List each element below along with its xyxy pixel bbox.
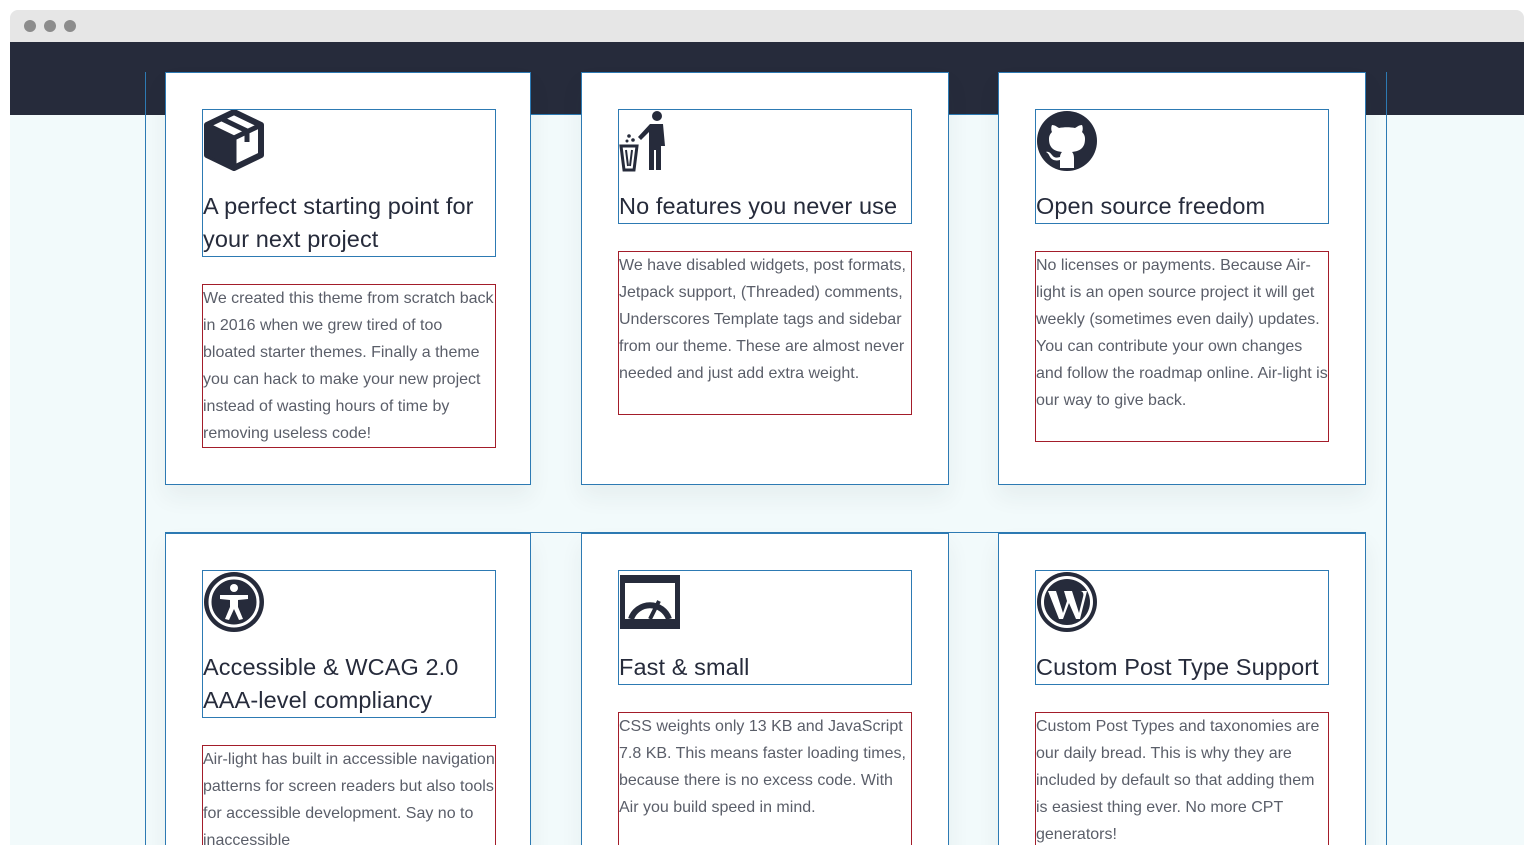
feature-title: No features you never use (619, 193, 898, 219)
feature-title: Open source freedom (1036, 193, 1266, 219)
feature-card: A perfect starting point for your next p… (165, 72, 531, 485)
accessibility-icon (203, 571, 265, 633)
feature-description: No licenses or payments. Because Air-lig… (1035, 251, 1329, 442)
feature-head: Open source freedom (1035, 109, 1329, 224)
feature-title: Accessible & WCAG 2.0 AAA-level complian… (203, 654, 459, 713)
feature-card: Open source freedom No licenses or payme… (998, 72, 1366, 485)
package-icon (203, 110, 265, 172)
feature-description: Air-light has built in accessible naviga… (202, 745, 496, 845)
github-icon (1036, 110, 1098, 172)
trash-person-icon (619, 110, 681, 172)
browser-window: A perfect starting point for your next p… (10, 10, 1524, 845)
close-dot[interactable] (24, 20, 36, 32)
window-titlebar (10, 10, 1524, 42)
maximize-dot[interactable] (64, 20, 76, 32)
speedometer-icon (619, 571, 681, 633)
feature-card: Accessible & WCAG 2.0 AAA-level complian… (165, 533, 531, 845)
wordpress-icon (1036, 571, 1098, 633)
feature-description: Custom Post Types and taxonomies are our… (1035, 712, 1329, 845)
feature-description: We have disabled widgets, post formats, … (618, 251, 912, 415)
feature-card: Fast & small CSS weights only 13 KB and … (581, 533, 949, 845)
feature-title: Custom Post Type Support (1036, 654, 1319, 680)
feature-description: We created this theme from scratch back … (202, 284, 496, 448)
feature-head: Accessible & WCAG 2.0 AAA-level complian… (202, 570, 496, 718)
feature-card: Custom Post Type Support Custom Post Typ… (998, 533, 1366, 845)
feature-title: Fast & small (619, 654, 750, 680)
feature-description: CSS weights only 13 KB and JavaScript 7.… (618, 712, 912, 845)
feature-card: No features you never use We have disabl… (581, 72, 949, 485)
feature-title: A perfect starting point for your next p… (203, 193, 474, 252)
feature-head: Custom Post Type Support (1035, 570, 1329, 685)
feature-head: A perfect starting point for your next p… (202, 109, 496, 257)
feature-head: Fast & small (618, 570, 912, 685)
feature-head: No features you never use (618, 109, 912, 224)
minimize-dot[interactable] (44, 20, 56, 32)
